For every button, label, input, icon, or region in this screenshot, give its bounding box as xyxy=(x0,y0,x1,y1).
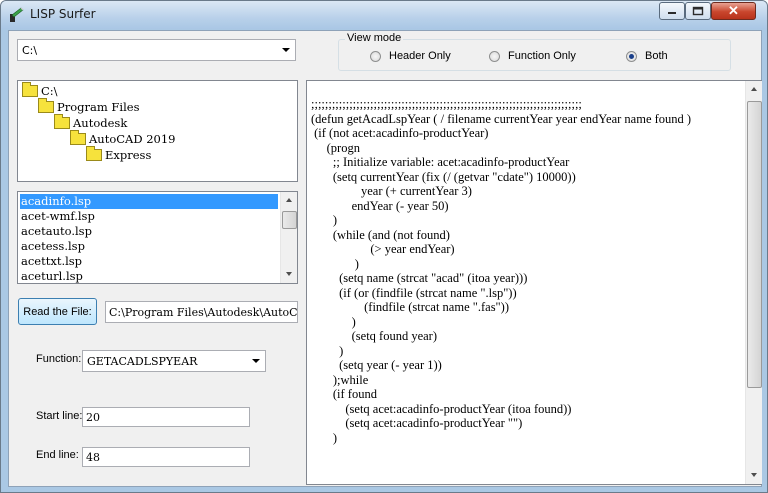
end-line-field[interactable]: 48 xyxy=(82,447,250,467)
code-line: (findfile (strcat name ".fas")) xyxy=(311,300,509,314)
client-area: C:\ View mode Header Only Function Only … xyxy=(8,30,762,487)
tree-item-express[interactable]: Express xyxy=(86,146,152,162)
scroll-thumb[interactable] xyxy=(282,211,297,229)
radio-icon xyxy=(489,50,500,62)
list-item[interactable]: acetess.lsp xyxy=(20,239,85,254)
code-line: (> year endYear) xyxy=(311,242,455,256)
read-file-button-label: Read the File: xyxy=(23,305,92,318)
folder-tree[interactable]: C:\ Program Files Autodesk AutoCAD 2019 … xyxy=(17,80,298,182)
list-item[interactable]: acadinfo.lsp xyxy=(20,194,278,209)
file-list-scrollbar[interactable] xyxy=(280,192,297,283)
code-line: ) xyxy=(311,343,344,358)
folder-icon xyxy=(38,98,54,113)
tree-item-label: Autodesk xyxy=(73,116,128,130)
tree-item-autodesk[interactable]: Autodesk xyxy=(54,114,128,130)
app-icon xyxy=(10,7,24,22)
tree-item-label: AutoCAD 2019 xyxy=(89,132,176,146)
scroll-up-icon[interactable] xyxy=(286,198,292,202)
title-bar[interactable]: LISP Surfer ✕ xyxy=(1,1,767,29)
function-label: Function: xyxy=(36,353,82,365)
file-path-field[interactable]: C:\Program Files\Autodesk\AutoCAD 20 xyxy=(105,301,298,323)
code-line: ) xyxy=(311,314,356,329)
radio-function-only[interactable]: Function Only xyxy=(489,50,576,62)
tree-item-root[interactable]: C:\ xyxy=(22,82,58,98)
list-item[interactable]: aceturl.lsp xyxy=(20,269,83,283)
code-line: (defun getAcadLspYear ( / filename curre… xyxy=(311,111,692,126)
file-list[interactable]: acadinfo.lsp acet-wmf.lsp acetauto.lsp a… xyxy=(17,191,298,284)
chevron-down-icon xyxy=(282,48,290,52)
code-line: (if (not acet:acadinfo-productYear) xyxy=(311,126,489,140)
radio-both[interactable]: Both xyxy=(626,50,668,62)
code-line: (setq currentYear (fix (/ (getvar "cdate… xyxy=(311,169,576,184)
folder-icon xyxy=(54,114,70,129)
radio-header-only-label: Header Only xyxy=(389,50,451,62)
folder-icon xyxy=(22,82,38,97)
list-item[interactable]: acet-wmf.lsp xyxy=(20,209,95,224)
list-item[interactable]: acettxt.lsp xyxy=(20,254,82,269)
minimize-icon xyxy=(668,12,676,14)
folder-icon xyxy=(86,146,102,161)
path-dropdown[interactable]: C:\ xyxy=(17,39,296,61)
code-line: ) xyxy=(311,256,359,271)
code-line: (setq found year) xyxy=(311,329,438,343)
code-viewer[interactable]: ;;;;;;;;;;;;;;;;;;;;;;;;;;;;;;;;;;;;;;;;… xyxy=(306,80,762,485)
tree-item-program-files[interactable]: Program Files xyxy=(38,98,140,114)
code-line: (setq acet:acadinfo-productYear "") xyxy=(311,416,523,430)
minimize-button[interactable] xyxy=(659,2,685,20)
path-dropdown-value: C:\ xyxy=(22,44,38,57)
folder-icon xyxy=(70,130,86,145)
tree-item-label: C:\ xyxy=(41,84,58,98)
close-icon: ✕ xyxy=(728,3,739,18)
list-item[interactable]: acetauto.lsp xyxy=(20,224,92,239)
function-dropdown-value: GETACADLSPYEAR xyxy=(87,355,198,368)
radio-icon xyxy=(370,50,381,62)
code-line: ) xyxy=(311,213,338,227)
code-line: (progn xyxy=(311,140,360,155)
maximize-button[interactable] xyxy=(685,2,711,20)
tree-item-label: Express xyxy=(105,148,152,162)
scroll-up-icon[interactable] xyxy=(751,87,757,91)
view-mode-label: View mode xyxy=(345,32,404,44)
code-line: ;;;;;;;;;;;;;;;;;;;;;;;;;;;;;;;;;;;;;;;;… xyxy=(311,97,582,111)
read-file-button[interactable]: Read the File: xyxy=(18,298,97,325)
window-title: LISP Surfer xyxy=(30,7,96,21)
chevron-down-icon xyxy=(252,359,260,363)
tree-item-autocad-2019[interactable]: AutoCAD 2019 xyxy=(70,130,176,146)
start-line-field[interactable]: 20 xyxy=(82,407,250,427)
code-line: );while xyxy=(311,372,369,387)
radio-header-only[interactable]: Header Only xyxy=(370,50,451,62)
code-line: (if found xyxy=(311,387,377,401)
start-line-label: Start line: xyxy=(36,410,83,422)
scroll-down-icon[interactable] xyxy=(751,473,757,477)
code-line: year (+ currentYear 3) xyxy=(311,184,472,198)
function-dropdown[interactable]: GETACADLSPYEAR xyxy=(82,350,266,372)
close-button[interactable]: ✕ xyxy=(711,2,756,20)
code-line: (while (and (not found) xyxy=(311,227,450,242)
code-line: (if (or (findfile (strcat name ".lsp")) xyxy=(311,285,517,300)
radio-both-label: Both xyxy=(645,50,668,62)
radio-selected-icon xyxy=(626,50,637,62)
maximize-icon xyxy=(692,6,704,16)
end-line-label: End line: xyxy=(36,449,79,461)
code-line: ) xyxy=(311,430,338,445)
code-line: (setq name (strcat "acad" (itoa year))) xyxy=(311,271,528,285)
scroll-down-icon[interactable] xyxy=(286,272,292,276)
code-line: ;; Initialize variable: acet:acadinfo-pr… xyxy=(311,155,570,169)
code-line: (setq acet:acadinfo-productYear (itoa fo… xyxy=(311,401,572,416)
view-mode-group: View mode Header Only Function Only Both xyxy=(338,32,731,71)
code-scrollbar[interactable] xyxy=(745,81,762,484)
code-line: (setq year (- year 1)) xyxy=(311,358,442,372)
code-line: endYear (- year 50) xyxy=(311,198,449,213)
radio-function-only-label: Function Only xyxy=(508,50,576,62)
tree-item-label: Program Files xyxy=(57,100,140,114)
lisp-surfer-window: LISP Surfer ✕ C:\ View mode Header Only … xyxy=(0,0,768,493)
scroll-thumb[interactable] xyxy=(747,101,762,388)
